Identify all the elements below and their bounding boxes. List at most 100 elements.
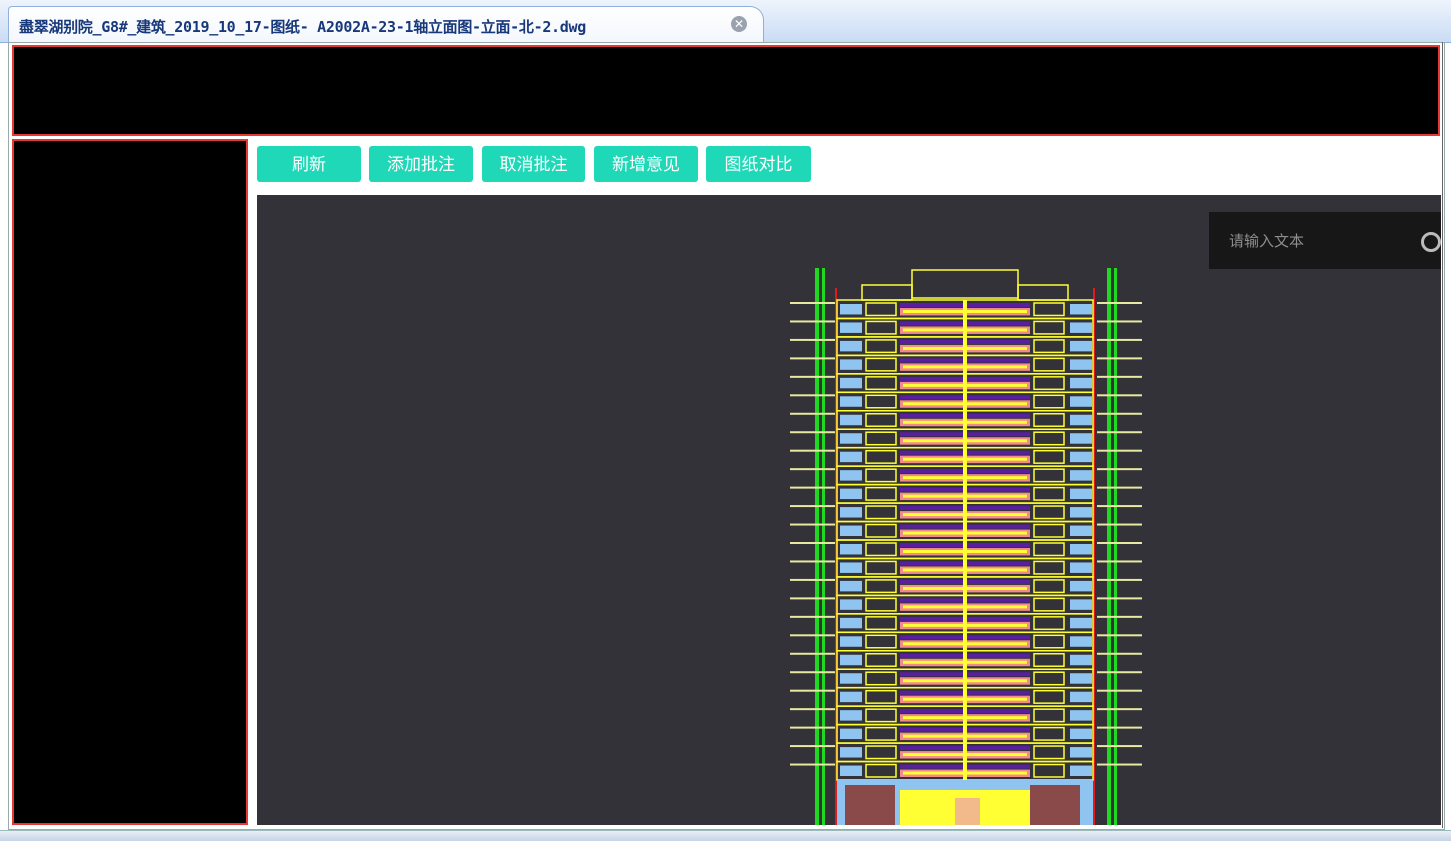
window <box>840 636 862 647</box>
window <box>865 394 897 409</box>
drawing-shape <box>815 268 819 825</box>
level-mark <box>1097 486 1142 489</box>
window <box>1033 468 1065 483</box>
window <box>1033 671 1065 686</box>
window <box>865 708 897 723</box>
window <box>1070 544 1092 555</box>
column <box>963 484 967 504</box>
window <box>1033 486 1065 501</box>
window <box>840 562 862 573</box>
column <box>963 318 967 337</box>
column <box>963 373 967 393</box>
window <box>865 505 897 520</box>
window <box>1033 597 1065 612</box>
drawing-shape <box>1114 268 1117 825</box>
compare-drawings-button[interactable]: 图纸对比 <box>706 146 811 182</box>
drawing-viewer[interactable] <box>257 195 1441 825</box>
column <box>963 410 967 430</box>
column <box>963 576 967 596</box>
window <box>840 340 862 352</box>
level-mark <box>790 375 835 378</box>
window <box>865 542 897 557</box>
window <box>1033 320 1065 335</box>
column <box>963 724 967 744</box>
window <box>1070 396 1092 407</box>
window <box>1033 339 1065 354</box>
column <box>963 466 967 485</box>
column <box>963 429 967 448</box>
window <box>1033 302 1065 317</box>
level-mark <box>790 357 835 360</box>
level-mark <box>1097 597 1142 600</box>
cancel-annotation-button[interactable]: 取消批注 <box>482 146 585 182</box>
door <box>955 798 980 825</box>
level-mark <box>1097 578 1142 581</box>
top-panel <box>12 45 1440 136</box>
column <box>963 632 967 651</box>
add-opinion-button[interactable]: 新增意见 <box>594 146 698 182</box>
window <box>840 359 862 370</box>
window <box>1070 636 1092 647</box>
column <box>963 540 967 559</box>
roof <box>1017 284 1069 301</box>
add-annotation-button[interactable]: 添加批注 <box>369 146 473 182</box>
window <box>840 525 862 536</box>
window <box>1070 691 1092 703</box>
window <box>840 396 862 407</box>
frame-border <box>1442 42 1443 828</box>
level-mark <box>790 523 835 526</box>
window <box>840 747 862 758</box>
level-mark <box>790 615 835 618</box>
level-mark <box>1097 505 1142 508</box>
window <box>865 671 897 686</box>
document-tab[interactable]: 盡翠湖别院_G8#_建筑_2019_10_17-图纸- A2002A-23-1轴… <box>8 6 764 42</box>
window <box>1070 322 1092 333</box>
window <box>1070 673 1092 684</box>
level-mark <box>790 597 835 600</box>
level-mark <box>790 689 835 692</box>
search-input[interactable] <box>1227 212 1411 271</box>
window <box>865 339 897 354</box>
window <box>1070 359 1092 370</box>
window <box>865 579 897 594</box>
window <box>865 413 897 427</box>
window <box>865 468 897 483</box>
level-mark <box>1097 394 1142 397</box>
window <box>1033 357 1065 372</box>
level-mark <box>1097 449 1142 452</box>
level-mark <box>1097 560 1142 563</box>
refresh-button[interactable]: 刷新 <box>257 146 361 182</box>
drawing-shape <box>1107 268 1111 825</box>
window <box>1033 634 1065 649</box>
window <box>865 689 897 704</box>
column <box>963 336 967 356</box>
window <box>840 488 862 500</box>
column <box>963 743 967 762</box>
level-mark <box>790 560 835 563</box>
window <box>840 414 862 426</box>
window <box>1033 413 1065 427</box>
level-mark <box>1097 320 1142 323</box>
window <box>1070 433 1092 444</box>
window <box>1033 708 1065 723</box>
close-circle-icon[interactable]: ✕ <box>731 16 747 32</box>
window <box>840 580 862 592</box>
window <box>1070 580 1092 592</box>
level-mark <box>1097 634 1142 637</box>
window <box>1033 431 1065 446</box>
level-mark <box>790 634 835 637</box>
level-mark <box>790 394 835 397</box>
column <box>963 706 967 725</box>
window <box>1033 726 1065 741</box>
window <box>865 523 897 538</box>
tab-bar: 盡翠湖别院_G8#_建筑_2019_10_17-图纸- A2002A-23-1轴… <box>0 0 1451 43</box>
column <box>963 521 967 540</box>
level-mark <box>1097 652 1142 655</box>
level-mark <box>1097 468 1142 471</box>
window <box>1033 542 1065 557</box>
window <box>1070 654 1092 666</box>
level-mark <box>790 578 835 581</box>
level-mark <box>1097 523 1142 526</box>
search-icon[interactable] <box>1421 232 1441 252</box>
window <box>840 507 862 518</box>
